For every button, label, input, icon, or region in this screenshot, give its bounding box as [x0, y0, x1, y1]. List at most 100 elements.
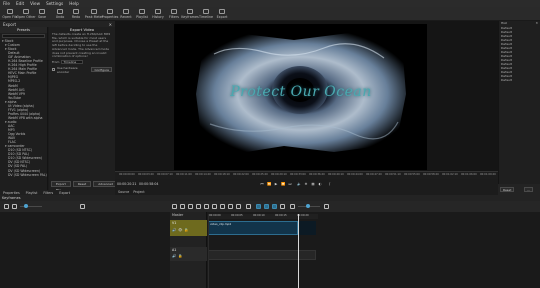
presets-search-input[interactable]: [2, 34, 45, 38]
right-panel-buttons: Reset ...: [498, 184, 540, 195]
split-icon[interactable]: [236, 204, 241, 209]
track-header-a1[interactable]: A1 🔊 🔒: [170, 247, 207, 261]
overwrite-icon[interactable]: [228, 204, 233, 209]
preset-item[interactable]: DV (SD Widescreen PAL): [2, 173, 47, 177]
lock-icon[interactable]: 🔒: [178, 254, 182, 258]
close-icon[interactable]: ✕: [535, 21, 538, 26]
transport-controls: 00:00:20:21 00:00:58:04 ⏮ ⏪ ▶ ⏩ ⏭ 🔈 ⊕ ▦ …: [115, 179, 498, 189]
toolbar-history-button[interactable]: History: [150, 7, 166, 20]
toggle-icon[interactable]: ◐: [318, 182, 322, 186]
append-icon[interactable]: [204, 204, 209, 209]
from-label: From: [52, 59, 60, 64]
timeline-icon: [203, 9, 209, 14]
ruler-tick-label: 00:00:11:00: [176, 173, 192, 176]
track-header-v1[interactable]: V1 🔊 👁 🔒: [170, 220, 207, 236]
menu-icon[interactable]: [172, 204, 177, 209]
rewind-icon[interactable]: ⏪: [267, 182, 271, 186]
history-item[interactable]: Default: [499, 78, 540, 82]
menu-settings[interactable]: Settings: [46, 1, 63, 6]
lock-icon[interactable]: 🔒: [184, 228, 188, 232]
toolbar-keyframes-button[interactable]: Keyframes: [181, 7, 199, 20]
zoom-in-icon[interactable]: [324, 204, 329, 209]
toolbar-export-button[interactable]: Export: [214, 7, 230, 20]
toolbar-label: Timeline: [198, 15, 214, 19]
skip-next-icon[interactable]: ⏭: [288, 182, 292, 186]
toolbar-label: Properties: [101, 15, 119, 19]
configure-button[interactable]: Configure: [91, 67, 112, 73]
redo-icon: [73, 9, 79, 14]
lift-icon[interactable]: [220, 204, 225, 209]
zoom-out-icon[interactable]: [290, 204, 295, 209]
ripple-all-icon[interactable]: [280, 204, 285, 209]
timeline-tick-label: 00:00:05: [231, 214, 243, 217]
from-select[interactable]: Timeline: [61, 59, 84, 64]
menu-view[interactable]: View: [30, 1, 40, 6]
timeline-zoom-knob[interactable]: [306, 204, 310, 208]
mute-icon[interactable]: 🔊: [172, 254, 176, 258]
menu-help[interactable]: Help: [69, 1, 79, 6]
ruler-tick-label: 00:00:58:20: [423, 173, 439, 176]
toolbar-redo-button[interactable]: Redo: [68, 7, 84, 20]
tab-source[interactable]: Source: [118, 190, 129, 194]
export-file-button[interactable]: Export File: [51, 181, 71, 192]
audio-track-a1[interactable]: [208, 250, 316, 260]
toolbar-open-other-button[interactable]: Open Other: [16, 7, 36, 20]
in-point-icon[interactable]: ⌈: [328, 182, 332, 186]
export-options: Export Video The defaults create an H.26…: [49, 27, 115, 190]
remove-icon[interactable]: [212, 204, 217, 209]
right-more-button[interactable]: ...: [524, 187, 533, 192]
ruler-tick-label: 00:00:33:00: [290, 173, 306, 176]
right-reset-button[interactable]: Reset: [500, 187, 515, 192]
cut-icon[interactable]: [180, 204, 185, 209]
menu-icon[interactable]: [4, 204, 9, 209]
toolbar-playlist-button[interactable]: Playlist: [134, 7, 150, 20]
close-icon[interactable]: ✕: [109, 22, 112, 27]
snap-icon[interactable]: [256, 204, 261, 209]
toolbar-properties-button[interactable]: Properties: [102, 7, 118, 20]
reset-button[interactable]: Reset: [72, 181, 92, 187]
toolbar-label: History: [152, 15, 164, 19]
menu-edit[interactable]: Edit: [16, 1, 24, 6]
toolbar-recent-button[interactable]: Recent: [118, 7, 134, 20]
toolbar-label: Undo: [55, 15, 65, 19]
toolbar-timeline-button[interactable]: Timeline: [198, 7, 214, 20]
playlist-icon: [139, 9, 145, 14]
export-dock-title: Export: [3, 21, 17, 27]
copy-icon[interactable]: [188, 204, 193, 209]
toolbar-save-button[interactable]: Save: [34, 7, 50, 20]
search-icon[interactable]: [80, 204, 85, 209]
ruler-tick-label: 00:00:40:10: [328, 173, 344, 176]
zoom-out-icon[interactable]: [12, 204, 17, 209]
grid-icon[interactable]: ▦: [311, 182, 315, 186]
presets-list: ▾ Stock ▾ Custom ▾ Stock Default GIF Animati…: [0, 39, 47, 177]
export-footer: Export File Reset Advanced: [49, 180, 119, 192]
hardware-encoder-checkbox[interactable]: [52, 68, 55, 72]
toolbar-peak-meter-button[interactable]: Peak Meter: [85, 7, 103, 20]
paste-icon[interactable]: [196, 204, 201, 209]
playhead[interactable]: [298, 214, 299, 288]
current-timecode[interactable]: 00:00:20:21: [117, 182, 136, 186]
scrub-icon[interactable]: [264, 204, 269, 209]
toolbar-undo-button[interactable]: Undo: [52, 7, 68, 20]
zoom-slider-knob[interactable]: [24, 204, 28, 208]
ruler-tick-label: 00:00:36:20: [309, 173, 325, 176]
skip-previous-icon[interactable]: ⏮: [260, 182, 264, 186]
timeline-start-line: [208, 214, 209, 288]
tab-project[interactable]: Project: [133, 190, 144, 194]
timeline-tick-label: 00:00:00: [209, 214, 221, 217]
play-icon[interactable]: ▶: [274, 182, 278, 186]
player-timecode-ruler[interactable]: 00:00:00:00 00:00:03:20 00:00:07:10 00:00:1…: [115, 171, 498, 179]
marker-icon[interactable]: [246, 204, 251, 209]
toolbar-filters-button[interactable]: Filters: [166, 7, 182, 20]
menu-file[interactable]: File: [3, 1, 10, 6]
export-icon: [219, 9, 225, 14]
eye-icon[interactable]: 👁: [178, 228, 182, 232]
fast-forward-icon[interactable]: ⏩: [281, 182, 285, 186]
toolbar-label: Save: [37, 15, 47, 19]
ripple-icon[interactable]: [272, 204, 277, 209]
mute-icon[interactable]: 🔊: [172, 228, 176, 232]
timeline-ruler[interactable]: 00:00:00 00:00:05 00:00:10 00:00:15 00:00:20: [208, 214, 318, 219]
zoom-icon[interactable]: ⊕: [304, 182, 308, 186]
hardware-row: Use hardware encoder Configure: [49, 65, 115, 75]
volume-icon[interactable]: 🔈: [297, 182, 301, 186]
